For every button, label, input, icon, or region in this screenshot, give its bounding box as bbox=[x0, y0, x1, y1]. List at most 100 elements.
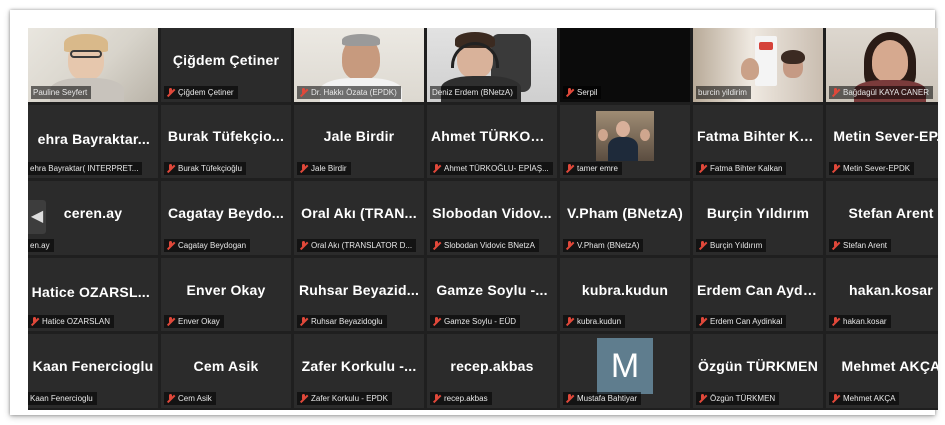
participant-tile[interactable]: Cagatay Beydo... Cagatay Beydogan bbox=[161, 181, 291, 255]
participant-tile[interactable]: Fatma Bihter Ka... Fatma Bihter Kalkan bbox=[693, 104, 823, 179]
mic-muted-icon bbox=[565, 317, 574, 326]
participant-name-label: hakan.kosar bbox=[829, 315, 891, 329]
participant-tile[interactable]: Gamze Soylu -... Gamze Soylu - EÜD bbox=[427, 257, 557, 332]
participant-tile[interactable]: Erdem Can Aydi... Erdem Can Aydinkal bbox=[693, 257, 823, 332]
participant-display-name: Slobodan Vidov... bbox=[432, 204, 552, 221]
participant-tile[interactable]: tamer emre bbox=[560, 104, 690, 179]
participant-name-label: Burçin Yıldırım bbox=[696, 238, 767, 252]
participant-tile[interactable]: kubra.kudun kubra.kudun bbox=[560, 257, 690, 332]
participant-name-label: Deniz Erdem (BNetzA) bbox=[430, 85, 517, 99]
participant-tile[interactable]: Jale Birdir Jale Birdir bbox=[294, 104, 424, 179]
mic-muted-icon bbox=[565, 240, 574, 250]
avatar: M bbox=[597, 338, 653, 395]
glasses bbox=[70, 50, 102, 58]
mic-muted-icon bbox=[432, 240, 441, 250]
participant-tile[interactable]: Ruhsar Beyazid... Ruhsar Beyazidoglu bbox=[294, 257, 424, 332]
participant-name-label: Cem Asik bbox=[164, 391, 216, 405]
previous-page-button[interactable]: ◀ bbox=[28, 200, 46, 234]
mic-muted-icon bbox=[299, 164, 308, 173]
mic-muted-icon bbox=[299, 393, 308, 403]
participant-tile[interactable]: Mehmet AKÇA Mehmet AKÇA bbox=[826, 334, 938, 408]
participant-tile[interactable]: ehra Bayraktar... ehra Bayraktar( INTERP… bbox=[28, 104, 158, 179]
participant-display-name: Stefan Arent bbox=[848, 204, 934, 221]
participant-name-label: Özgün TÜRKMEN bbox=[696, 391, 780, 405]
participant-display-name: ceren.ay bbox=[63, 204, 123, 221]
mic-muted-icon bbox=[166, 393, 175, 403]
participant-name-label: Slobodan Vidovic BNetzA bbox=[430, 238, 540, 252]
participant-tile[interactable]: ceren.ay en.ay bbox=[28, 181, 158, 255]
participant-tile[interactable]: Serpil bbox=[560, 28, 690, 102]
participant-tile[interactable]: V.Pham (BNetzA) V.Pham (BNetzA) bbox=[560, 181, 690, 255]
participant-tile[interactable]: Stefan Arent Stefan Arent bbox=[826, 181, 938, 255]
person-hair bbox=[342, 34, 380, 46]
participant-tile[interactable]: Slobodan Vidov... Slobodan Vidovic BNetz… bbox=[427, 181, 557, 255]
participant-tile[interactable]: Dr. Hakkı Özata (EPDK) bbox=[294, 28, 424, 102]
participant-display-name: Enver Okay bbox=[186, 281, 266, 298]
participant-display-name: Çiğdem Çetiner bbox=[172, 51, 280, 68]
participant-display-name: Ahmet TÜRKOĞ... bbox=[431, 128, 553, 145]
participant-tile[interactable]: Burçin Yıldırım Burçin Yıldırım bbox=[693, 181, 823, 255]
participant-display-name: Oral Akı (TRAN... bbox=[301, 204, 417, 221]
participant-name-label: tamer emre bbox=[563, 162, 622, 176]
participant-name-label: Jale Birdir bbox=[297, 162, 351, 176]
participant-name-label: burcin yildirim bbox=[696, 85, 751, 99]
mic-muted-icon bbox=[432, 393, 441, 403]
participant-tile[interactable]: Oral Akı (TRAN... Oral Akı (TRANSLATOR D… bbox=[294, 181, 424, 255]
mic-muted-icon bbox=[831, 87, 840, 97]
mic-muted-icon bbox=[831, 240, 840, 250]
participant-tile[interactable]: Çiğdem Çetiner Çiğdem Çetiner bbox=[161, 28, 291, 102]
participant-display-name: V.Pham (BNetzA) bbox=[566, 204, 684, 221]
participant-tile[interactable]: Zafer Korkulu -... Zafer Korkulu - EPDK bbox=[294, 334, 424, 408]
participant-tile[interactable]: Cem Asik Cem Asik bbox=[161, 334, 291, 408]
participant-tile[interactable]: Metin Sever-EP... Metin Sever-EPDK bbox=[826, 104, 938, 179]
banner-logo bbox=[759, 42, 773, 50]
person-hair bbox=[781, 50, 805, 64]
mic-muted-icon bbox=[166, 240, 175, 250]
participant-display-name: recep.akbas bbox=[450, 358, 534, 375]
mic-muted-icon bbox=[698, 317, 707, 326]
participant-display-name: Hatice OZARSL... bbox=[31, 283, 150, 300]
mic-muted-icon bbox=[166, 87, 175, 97]
participant-display-name: Fatma Bihter Ka... bbox=[697, 128, 819, 145]
participant-name-label: Enver Okay bbox=[164, 315, 224, 329]
participant-tile[interactable]: Kaan Fenercioglu Kaan Fenercioglu bbox=[28, 334, 158, 408]
participant-name-label: Fatma Bihter Kalkan bbox=[696, 162, 787, 176]
participant-display-name: Cagatay Beydo... bbox=[167, 204, 284, 221]
participant-display-name: Burçin Yıldırım bbox=[706, 204, 810, 221]
participant-tile[interactable]: M Mustafa Bahtiyar bbox=[560, 334, 690, 408]
participant-tile[interactable]: Hatice OZARSL... Hatice OZARSLAN bbox=[28, 257, 158, 332]
participant-display-name: Zafer Korkulu -... bbox=[301, 358, 417, 375]
mic-muted-icon bbox=[30, 317, 39, 326]
participant-name-label: recep.akbas bbox=[430, 391, 492, 405]
person-figure bbox=[872, 40, 908, 82]
participant-tile[interactable]: Özgün TÜRKMEN Özgün TÜRKMEN bbox=[693, 334, 823, 408]
participant-tile[interactable]: burcin yildirim bbox=[693, 28, 823, 102]
participant-name-label: Mustafa Bahtiyar bbox=[563, 391, 642, 405]
participant-tile[interactable]: Pauline Seyfert bbox=[28, 28, 158, 102]
participant-name-label: Stefan Arent bbox=[829, 238, 892, 252]
participant-name-label: kubra.kudun bbox=[563, 315, 626, 329]
participant-display-name: Erdem Can Aydi... bbox=[697, 281, 819, 298]
participant-tile[interactable]: Bağdagül KAYA CANER bbox=[826, 28, 938, 102]
participant-tile[interactable]: recep.akbas recep.akbas bbox=[427, 334, 557, 408]
participant-tile-active-speaker[interactable]: Deniz Erdem (BNetzA) bbox=[427, 28, 557, 102]
participant-display-name: Gamze Soylu -... bbox=[436, 281, 548, 298]
participant-name-label: Mehmet AKÇA bbox=[829, 391, 900, 405]
participant-tile[interactable]: hakan.kosar hakan.kosar bbox=[826, 257, 938, 332]
mic-muted-icon bbox=[565, 164, 574, 173]
participant-name-label: V.Pham (BNetzA) bbox=[563, 238, 644, 252]
participant-tile[interactable]: Enver Okay Enver Okay bbox=[161, 257, 291, 332]
participant-name-label: Burak Tüfekçioğlu bbox=[164, 162, 246, 176]
mic-muted-icon bbox=[831, 393, 840, 403]
participant-name-label: Pauline Seyfert bbox=[31, 85, 92, 99]
participant-display-name: Mehmet AKÇA bbox=[841, 358, 938, 375]
participant-tile[interactable]: Ahmet TÜRKOĞ... Ahmet TÜRKOĞLU- EPİAŞ... bbox=[427, 104, 557, 179]
participant-name-label: Bağdagül KAYA CANER bbox=[829, 85, 933, 99]
participant-display-name: Kaan Fenercioglu bbox=[32, 358, 154, 375]
participant-display-name: ehra Bayraktar... bbox=[37, 130, 150, 147]
participant-display-name: hakan.kosar bbox=[849, 281, 933, 298]
participant-name-label: Oral Akı (TRANSLATOR D... bbox=[297, 238, 417, 252]
participant-name-label: Metin Sever-EPDK bbox=[829, 162, 915, 176]
participant-display-name: Ruhsar Beyazid... bbox=[298, 281, 420, 298]
participant-tile[interactable]: Burak Tüfekçio... Burak Tüfekçioğlu bbox=[161, 104, 291, 179]
